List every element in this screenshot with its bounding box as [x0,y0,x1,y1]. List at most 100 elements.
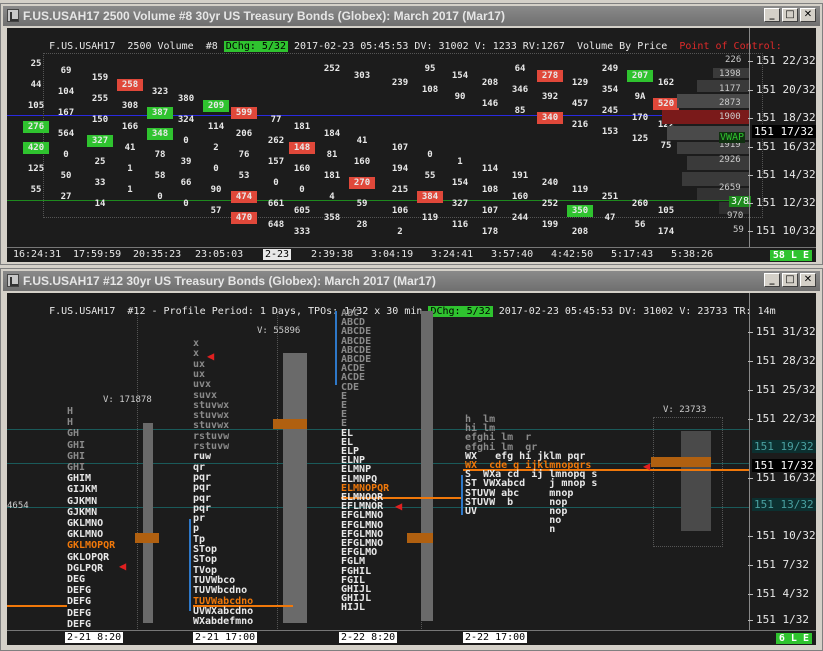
footprint-cell: 108 [421,85,439,95]
tpo-row: GHI [67,450,86,462]
footprint-cell: 66 [180,178,192,188]
footprint-cell: 206 [235,129,253,139]
time-label: 2-21 17:00 [193,632,258,643]
teal-level-line [7,429,750,430]
bottom-price-axis[interactable]: 151 31/32 151 28/32 151 25/32 151 22/32 … [748,293,816,645]
poc-line [7,605,67,607]
teal-level-line [7,463,750,464]
top-title-bar[interactable]: F.US.USAH17 2500 Volume #8 30yr US Treas… [3,6,820,26]
tpo-row: x [193,348,200,360]
close-icon[interactable]: ✕ [800,273,816,287]
footprint-cell: 39 [180,157,192,167]
footprint-cell: 0 [427,150,433,160]
footprint-cell: 208 [481,78,499,88]
top-chart-header: F.US.USAH17 2500 Volume #8 DChg: 5/32 20… [13,30,782,63]
bottom-chart-window: F.US.USAH17 #12 30yr US Treasury Bonds (… [0,268,823,651]
hdr-symbol: F.US.USAH17 [49,41,116,52]
time-label: 17:59:59 [73,249,122,260]
dchg-badge: DChg: 5/32 [223,41,288,52]
footprint-cell: 258 [117,79,143,91]
footprint-cell: 160 [353,157,371,167]
top-time-axis[interactable]: 16:24:31 17:59:59 20:35:23 23:05:03 2-23… [7,247,816,262]
close-icon[interactable]: ✕ [800,8,816,22]
tpo-row: DEFG [67,607,92,619]
footprint-cell: 0 [213,164,219,174]
top-chart-panel[interactable]: F.US.USAH17 2500 Volume #8 DChg: 5/32 20… [7,28,816,262]
footprint-cell: 105 [657,206,675,216]
vol-label: 1177 [719,84,741,94]
time-label: 5:38:26 [671,249,714,260]
marked-price: 151 19/32 [752,440,816,453]
footprint-cell: 324 [177,115,195,125]
tpo-row: GHI [67,462,86,473]
tpo-row: pqr [193,492,212,504]
footprint-cell: 114 [481,164,499,174]
bottom-chart-header: F.US.USAH17 #12 - Profile Period: 1 Days… [49,306,776,317]
footprint-cell: 0 [183,136,189,146]
footprint-cell: 154 [451,71,469,81]
tpo-row: GKLMNO [67,518,104,529]
chart-app-icon [7,274,19,287]
footprint-cell: 107 [391,143,409,153]
bottom-title-bar[interactable]: F.US.USAH17 #12 30yr US Treasury Bonds (… [3,271,820,291]
top-price-axis[interactable]: 151 22/32 151 20/32 151 18/32 151 17/32 … [748,28,816,262]
maximize-icon[interactable]: □ [782,8,798,22]
maximize-icon[interactable]: □ [782,273,798,287]
tpo-row: pqr [193,482,212,494]
price-tick: 151 22/32 [748,412,816,425]
footprint-cell: 75 [660,141,672,151]
time-label-selected: 2-23 [263,249,292,260]
footprint-cell: 392 [541,92,559,102]
current-price-marker: 151 17/32 [752,125,816,138]
footprint-cell: 346 [511,85,529,95]
footprint-cell: 57 [210,206,222,216]
bottom-window-title: F.US.USAH17 #12 30yr US Treasury Bonds (… [23,274,436,288]
tpo-row: p [193,523,200,535]
tpo-row: GHIM [67,473,92,485]
tpo-row: HIJL [341,602,366,614]
tpo-row: DEFG [67,618,92,630]
hdr-stamp: 2017-02-23 05:45:53 DV: 31002 V: 23733 T… [498,306,776,317]
tpo-row: GIJKM [67,484,98,496]
day-separator [277,309,278,631]
vol-label: 1900 [719,112,741,122]
day-separator [137,309,138,631]
price-tick: 151 22/32 [748,54,816,67]
footprint-cell: 209 [203,100,229,112]
tpo-row: DGLPQR [67,562,104,574]
footprint-cell: 184 [323,129,341,139]
footprint-cell: 1 [127,164,133,174]
footprint-cell: 14 [94,199,106,209]
top-status-badge: 58 L E [769,250,812,261]
footprint-cell: 648 [267,220,285,230]
tpo-row: GJKMN [67,506,98,518]
footprint-cell: 9A [634,92,646,102]
footprint-cell: 262 [267,136,285,146]
top-window-title: F.US.USAH17 2500 Volume #8 30yr US Treas… [23,9,505,23]
minimize-icon[interactable]: _ [764,273,780,287]
marked-price: 151 13/32 [752,498,816,511]
footprint-cell: 260 [631,199,649,209]
bottom-time-axis[interactable]: 2-21 8:20 2-21 17:00 2-22 8:20 2-22 17:0… [7,630,816,645]
tpo-row: stuvwx [193,420,230,432]
footprint-cell: 420 [23,142,49,154]
footprint-cell: 119 [571,185,589,195]
time-label: 3:04:19 [371,249,414,260]
footprint-cell: 125 [27,164,45,174]
bottom-chart-panel[interactable]: F.US.USAH17 #12 - Profile Period: 1 Days… [7,293,816,645]
hdr-study: Volume By Price [577,41,668,52]
footprint-cell: 166 [121,122,139,132]
tpo-row: ruw [193,451,212,463]
footprint-cell: 148 [289,142,315,154]
minimize-icon[interactable]: _ [764,8,780,22]
vol-label: 2926 [719,155,741,165]
price-tick: 151 10/32 [748,529,816,542]
footprint-cell: 387 [147,107,173,119]
price-tick: 151 4/32 [748,587,809,600]
price-tick: 151 14/32 [748,168,816,181]
time-label: 2-22 17:00 [463,632,528,643]
tpo-row: GKLMOPQR [67,540,116,552]
footprint-cell: 159 [91,73,109,83]
footprint-cell: 33 [94,178,106,188]
footprint-cell: 59 [356,199,368,209]
